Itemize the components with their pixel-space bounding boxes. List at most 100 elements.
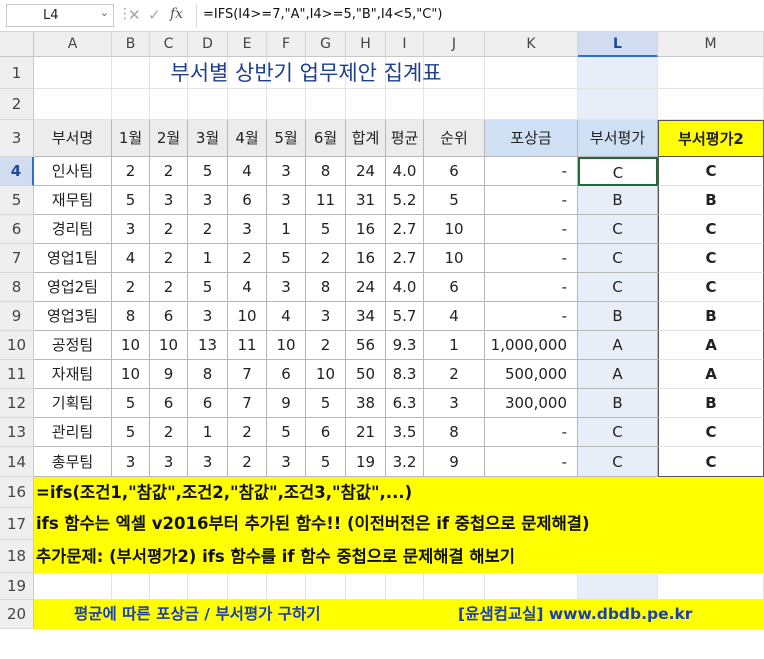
cell[interactable]	[658, 57, 764, 89]
column-header-f[interactable]: F	[267, 32, 306, 57]
table-cell[interactable]: 13	[188, 331, 228, 360]
table-cell[interactable]: -	[485, 302, 578, 331]
table-cell[interactable]: 5.7	[386, 302, 424, 331]
dept-name-cell[interactable]: 인사팀	[34, 157, 112, 186]
table-cell[interactable]: C	[578, 273, 658, 302]
dept-name-cell[interactable]: 공정팀	[34, 331, 112, 360]
table-cell[interactable]: 1,000,000	[485, 331, 578, 360]
dept-name-cell[interactable]: 총무팀	[34, 447, 112, 477]
table-cell[interactable]: 2.7	[386, 244, 424, 273]
table-cell[interactable]: 2	[150, 215, 188, 244]
table-cell[interactable]: 3	[150, 186, 188, 215]
table-cell[interactable]: 50	[346, 360, 386, 389]
cell[interactable]	[386, 89, 424, 120]
table-cell[interactable]: B	[578, 389, 658, 418]
table-cell[interactable]: 3	[228, 215, 267, 244]
table-cell[interactable]: 5	[306, 215, 346, 244]
table-cell[interactable]: 300,000	[485, 389, 578, 418]
table-cell[interactable]: 3	[267, 186, 306, 215]
column-header-b[interactable]: B	[112, 32, 150, 57]
table-cell[interactable]: 4	[424, 302, 485, 331]
table-cell[interactable]: 2	[150, 157, 188, 186]
table-cell[interactable]: 2	[306, 331, 346, 360]
table-cell[interactable]: 3	[188, 302, 228, 331]
cell[interactable]	[424, 89, 485, 120]
table-cell[interactable]: 1	[188, 244, 228, 273]
cell[interactable]	[267, 573, 306, 600]
table-cell[interactable]: 31	[346, 186, 386, 215]
table-cell[interactable]: C	[658, 273, 764, 302]
table-cell[interactable]: 4	[228, 273, 267, 302]
table-cell[interactable]: 21	[346, 418, 386, 447]
cell[interactable]	[658, 573, 764, 600]
dept-name-cell[interactable]: 자재팀	[34, 360, 112, 389]
table-cell[interactable]: 6	[150, 389, 188, 418]
table-cell[interactable]: -	[485, 418, 578, 447]
table-cell[interactable]: C	[658, 418, 764, 447]
table-cell[interactable]: 2	[228, 418, 267, 447]
row-header-2[interactable]: 2	[0, 89, 34, 120]
table-cell[interactable]: 8	[424, 418, 485, 447]
row-header-4[interactable]: 4	[0, 157, 34, 186]
table-cell[interactable]: 3.2	[386, 447, 424, 477]
table-cell[interactable]: 1	[267, 215, 306, 244]
row-header-3[interactable]: 3	[0, 120, 34, 157]
table-cell[interactable]: 6	[267, 360, 306, 389]
cell[interactable]	[658, 89, 764, 120]
cell[interactable]	[34, 573, 112, 600]
table-cell[interactable]: B	[658, 186, 764, 215]
table-cell[interactable]: 10	[267, 331, 306, 360]
table-cell[interactable]: 9	[150, 360, 188, 389]
row-header-8[interactable]: 8	[0, 273, 34, 302]
table-cell[interactable]: 6	[188, 389, 228, 418]
row-header-20[interactable]: 20	[0, 600, 34, 629]
cancel-icon[interactable]: ✕	[128, 6, 141, 24]
cell[interactable]	[424, 573, 485, 600]
cell[interactable]	[346, 573, 386, 600]
footer-site-link[interactable]: [윤샘컴교실] www.dbdb.pe.kr	[458, 600, 692, 629]
row-header-14[interactable]: 14	[0, 447, 34, 477]
table-cell[interactable]: 2.7	[386, 215, 424, 244]
table-cell[interactable]: B	[578, 186, 658, 215]
cell[interactable]	[228, 573, 267, 600]
table-cell[interactable]: 56	[346, 331, 386, 360]
table-cell[interactable]: C	[578, 447, 658, 477]
row-header-11[interactable]: 11	[0, 360, 34, 389]
table-cell[interactable]: 3	[267, 447, 306, 477]
table-cell[interactable]: 3	[188, 447, 228, 477]
table-cell[interactable]: 5	[188, 273, 228, 302]
table-cell[interactable]: 24	[346, 157, 386, 186]
column-header-i[interactable]: I	[386, 32, 424, 57]
table-cell[interactable]: -	[485, 215, 578, 244]
table-cell[interactable]: 8.3	[386, 360, 424, 389]
cell[interactable]	[578, 57, 658, 89]
table-cell[interactable]: 4	[112, 244, 150, 273]
cell[interactable]	[346, 89, 386, 120]
dept-name-cell[interactable]: 영업3팀	[34, 302, 112, 331]
insert-function-icon[interactable]: fx	[170, 6, 183, 22]
table-cell[interactable]: 10	[424, 244, 485, 273]
table-cell[interactable]: 5	[306, 389, 346, 418]
cell[interactable]	[150, 573, 188, 600]
name-box[interactable]: L4 ⌄	[6, 4, 114, 27]
table-cell[interactable]: 7	[228, 360, 267, 389]
table-cell[interactable]: 16	[346, 244, 386, 273]
table-cell[interactable]: 3.5	[386, 418, 424, 447]
table-cell[interactable]: 8	[306, 157, 346, 186]
table-cell[interactable]: 2	[228, 447, 267, 477]
table-cell[interactable]: 5	[267, 418, 306, 447]
table-cell[interactable]: 3	[112, 215, 150, 244]
table-cell[interactable]: 5	[424, 186, 485, 215]
table-cell[interactable]: C	[658, 215, 764, 244]
table-cell[interactable]: 5	[112, 186, 150, 215]
table-cell[interactable]: 2	[150, 273, 188, 302]
table-cell[interactable]: 4	[228, 157, 267, 186]
table-cell[interactable]: 500,000	[485, 360, 578, 389]
table-cell[interactable]: 3	[267, 273, 306, 302]
column-header-h[interactable]: H	[346, 32, 386, 57]
row-header-17[interactable]: 17	[0, 508, 34, 540]
table-cell[interactable]: -	[485, 186, 578, 215]
table-cell[interactable]: C	[578, 418, 658, 447]
row-header-10[interactable]: 10	[0, 331, 34, 360]
cell[interactable]	[34, 89, 112, 120]
